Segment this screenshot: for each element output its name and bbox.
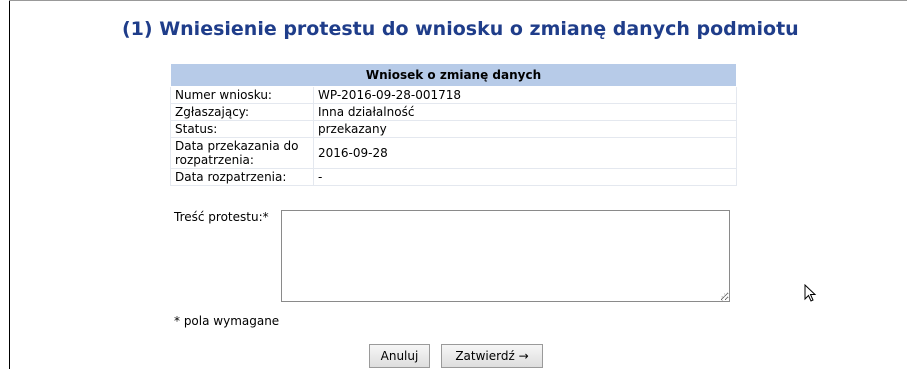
row-label: Zgłaszający:	[170, 103, 314, 121]
resize-grip-icon[interactable]: .::	[721, 292, 729, 303]
mouse-cursor-icon	[804, 284, 817, 302]
row-value: przekazany	[313, 120, 737, 138]
row-label: Status:	[170, 120, 314, 138]
row-label: Data przekazania do rozpatrzenia:	[170, 137, 314, 169]
row-value: 2016-09-28	[313, 137, 737, 169]
request-info-table: Wniosek o zmianę danych Numer wniosku: W…	[170, 63, 737, 186]
table-row: Data rozpatrzenia: -	[170, 168, 737, 186]
table-header: Wniosek o zmianę danych	[170, 63, 737, 87]
window-left-border	[0, 0, 10, 369]
row-label: Data rozpatrzenia:	[170, 168, 314, 186]
page-title: (1) Wniesienie protestu do wniosku o zmi…	[122, 18, 799, 40]
row-value: -	[313, 168, 737, 186]
cancel-button[interactable]: Anuluj	[369, 344, 430, 368]
protest-textarea[interactable]	[281, 210, 730, 302]
row-value: Inna działalność	[313, 103, 737, 121]
table-row: Zgłaszający: Inna działalność	[170, 103, 737, 121]
row-label: Numer wniosku:	[170, 86, 314, 104]
table-row: Data przekazania do rozpatrzenia: 2016-0…	[170, 137, 737, 169]
protest-label: Treść protestu:*	[174, 210, 269, 224]
required-fields-note: * pola wymagane	[174, 314, 280, 328]
submit-button[interactable]: Zatwierdź →	[441, 344, 543, 368]
row-value: WP-2016-09-28-001718	[313, 86, 737, 104]
window-top-border	[9, 0, 907, 5]
table-row: Numer wniosku: WP-2016-09-28-001718	[170, 86, 737, 104]
table-row: Status: przekazany	[170, 120, 737, 138]
